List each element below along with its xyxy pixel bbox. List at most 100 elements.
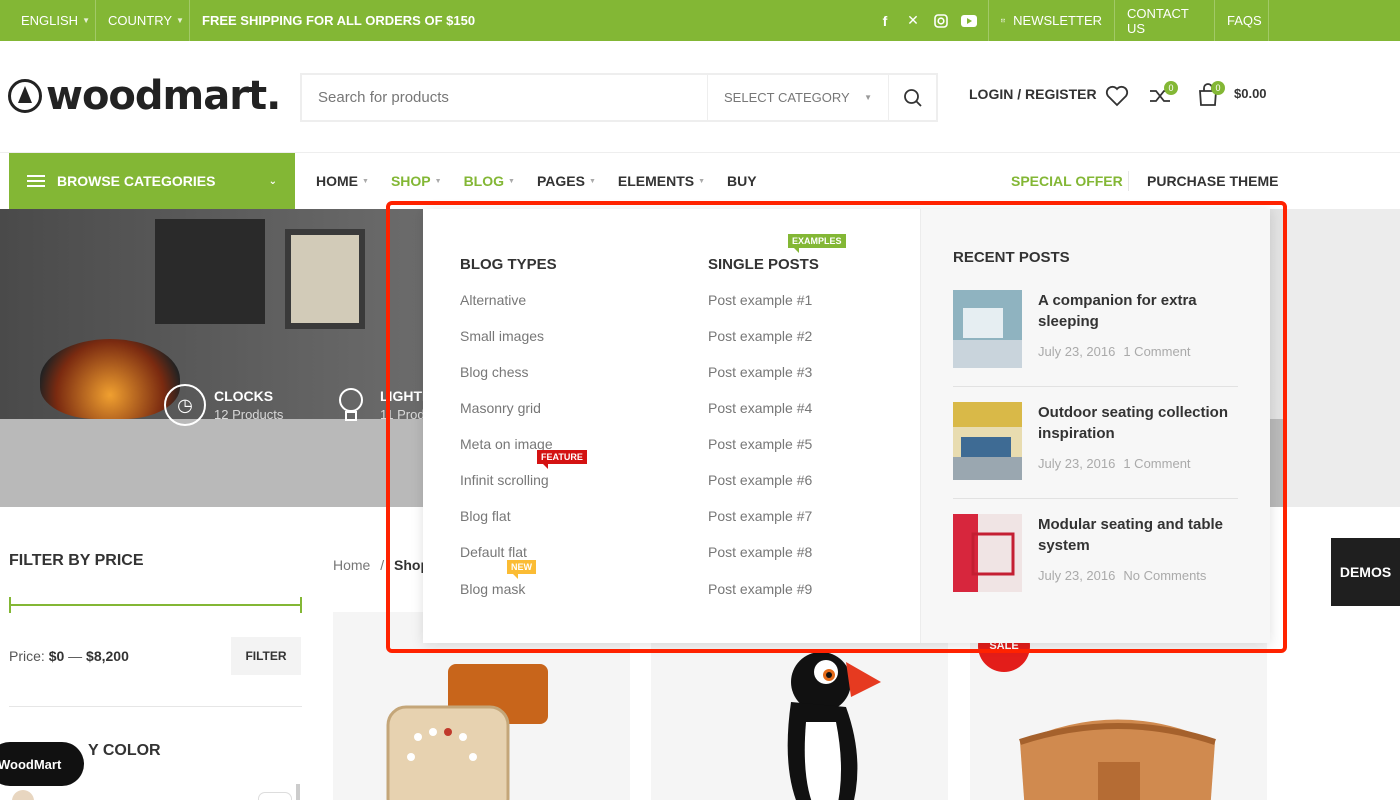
special-offer-link[interactable]: SPECIAL OFFER [1011,153,1123,209]
blog-type-link[interactable]: Blog flat [460,508,511,524]
envelope-icon [1001,18,1006,23]
contact-us-link[interactable]: CONTACT US [1115,0,1215,41]
nav-item-elements[interactable]: ELEMENTS ▼ [618,173,705,189]
color-count-badge [258,792,292,800]
post-comments[interactable]: 1 Comment [1123,344,1190,359]
recent-post[interactable]: Outdoor seating collection inspiration J… [953,402,1238,482]
nav-item-home[interactable]: HOME ▼ [316,173,369,189]
single-post-link[interactable]: Post example #8 [708,544,812,560]
single-post-link[interactable]: Post example #6 [708,472,812,488]
sidebar-scrollbar[interactable] [296,784,300,800]
single-post-link[interactable]: Post example #5 [708,436,812,452]
recent-posts-panel: RECENT POSTS A companion for extra sleep… [920,209,1270,643]
feature-tag: FEATURE [537,450,587,469]
demos-button[interactable]: DEMOS [1331,538,1400,606]
purchase-theme-link[interactable]: PURCHASE THEME [1147,153,1278,209]
single-post-link[interactable]: Post example #2 [708,328,812,344]
chevron-down-icon: ▼ [176,16,184,25]
compare-icon[interactable]: 0 [1148,81,1178,112]
search-button[interactable] [888,75,936,120]
wishlist-icon[interactable] [1105,85,1129,112]
search-input[interactable]: Search for products [302,75,707,120]
price-range-text: Price: $0 — $8,200 [9,648,129,664]
price-label: Price: [9,648,45,664]
blog-type-link[interactable]: Small images [460,328,544,344]
category-name: CLOCKS [214,388,274,404]
post-comments[interactable]: No Comments [1123,568,1206,583]
chevron-down-icon: ⌄ [268,175,277,187]
filter-button[interactable]: FILTER [231,637,301,675]
single-post-link[interactable]: Post example #7 [708,508,812,524]
nav-item-blog[interactable]: BLOG ▼ [464,173,515,189]
site-header: woodmart. Search for products SELECT CAT… [0,41,1400,153]
nav-item-buy[interactable]: BUY [727,173,757,189]
lightbulb-icon [330,384,372,426]
hamburger-icon [27,175,45,187]
blog-type-link[interactable]: Masonry grid [460,400,541,416]
nav-shop-label: SHOP [390,173,431,189]
instagram-icon[interactable] [933,13,949,29]
blog-type-link[interactable]: Alternative [460,292,526,308]
post-thumbnail [953,514,1022,592]
breadcrumb-home[interactable]: Home [333,557,370,573]
blog-type-link[interactable]: Infinit scrolling [460,472,549,488]
nav-buy-label: BUY [727,173,757,189]
category-count: 11 Prod [380,407,425,422]
post-title[interactable]: Outdoor seating collection inspiration [1038,402,1248,444]
facebook-icon[interactable]: f [877,13,893,29]
post-date: July 23, 2016 [1038,344,1116,359]
category-count: 12 Products [214,407,284,422]
woodmart-pill-button[interactable]: WoodMart [0,742,84,786]
blog-mega-menu: BLOG TYPES Alternative Small images Blog… [423,209,1270,643]
top-bar: ENGLISH ▼ COUNTRY ▼ FREE SHIPPING FOR ALL … [0,0,1400,41]
cart-icon[interactable]: 0 [1197,81,1225,112]
blog-type-link[interactable]: Blog chess [460,364,528,380]
post-comments[interactable]: 1 Comment [1123,456,1190,471]
post-title[interactable]: Modular seating and table system [1038,514,1248,556]
language-selector[interactable]: ENGLISH ▼ [9,0,96,41]
color-swatch[interactable] [12,790,34,800]
filter-by-color-title: Y COLOR [88,742,161,759]
clock-icon: ◷ [164,384,206,426]
single-post-link[interactable]: Post example #4 [708,400,812,416]
price-range-slider[interactable] [9,597,302,613]
logo[interactable]: woodmart. [8,73,281,119]
browse-categories-label: BROWSE CATEGORIES [57,173,216,189]
browse-categories-button[interactable]: BROWSE CATEGORIES ⌄ [9,153,295,209]
single-posts-title: SINGLE POSTS [708,256,819,273]
chevron-down-icon: ▼ [508,177,515,185]
nav-item-pages[interactable]: PAGES ▼ [537,173,596,189]
country-selector[interactable]: COUNTRY ▼ [96,0,190,41]
x-icon[interactable]: ✕ [905,12,921,29]
search-bar: Search for products SELECT CATEGORY ▼ [300,73,938,122]
logo-text: woodmart. [46,73,281,119]
recent-post[interactable]: A companion for extra sleeping July 23, … [953,290,1238,370]
category-select[interactable]: SELECT CATEGORY ▼ [707,75,888,120]
youtube-icon[interactable] [961,13,977,29]
nav-elements-label: ELEMENTS [617,173,695,189]
post-date: July 23, 2016 [1038,456,1116,471]
login-register-link[interactable]: LOGIN / REGISTER [969,86,1097,102]
price-separator: — [68,648,83,664]
blog-type-link[interactable]: Blog mask [460,581,525,597]
nav-divider [1128,171,1129,191]
cart-total[interactable]: $0.00 [1234,86,1267,101]
post-meta: July 23, 2016 1 Comment [1038,456,1191,471]
single-post-link[interactable]: Post example #1 [708,292,812,308]
single-post-link[interactable]: Post example #3 [708,364,812,380]
post-date: July 23, 2016 [1038,568,1116,583]
recent-post[interactable]: Modular seating and table system July 23… [953,514,1238,594]
examples-tag: EXAMPLES [788,234,846,253]
nav-pages-label: PAGES [536,173,585,189]
single-post-link[interactable]: Post example #9 [708,581,812,597]
category-name: LIGHTI [380,388,426,404]
hero-image-tv [155,219,265,324]
hero-category-lighting[interactable]: LIGHTI 11 Prod [330,384,426,426]
nav-item-shop[interactable]: SHOP ▼ [391,173,442,189]
post-title[interactable]: A companion for extra sleeping [1038,290,1248,332]
hero-category-clocks[interactable]: ◷ CLOCKS 12 Products [164,384,283,426]
newsletter-link[interactable]: NEWSLETTER [988,0,1115,41]
compare-count-badge: 0 [1164,81,1178,95]
blog-type-link[interactable]: Default flat [460,544,527,560]
faqs-link[interactable]: FAQS [1215,0,1269,41]
